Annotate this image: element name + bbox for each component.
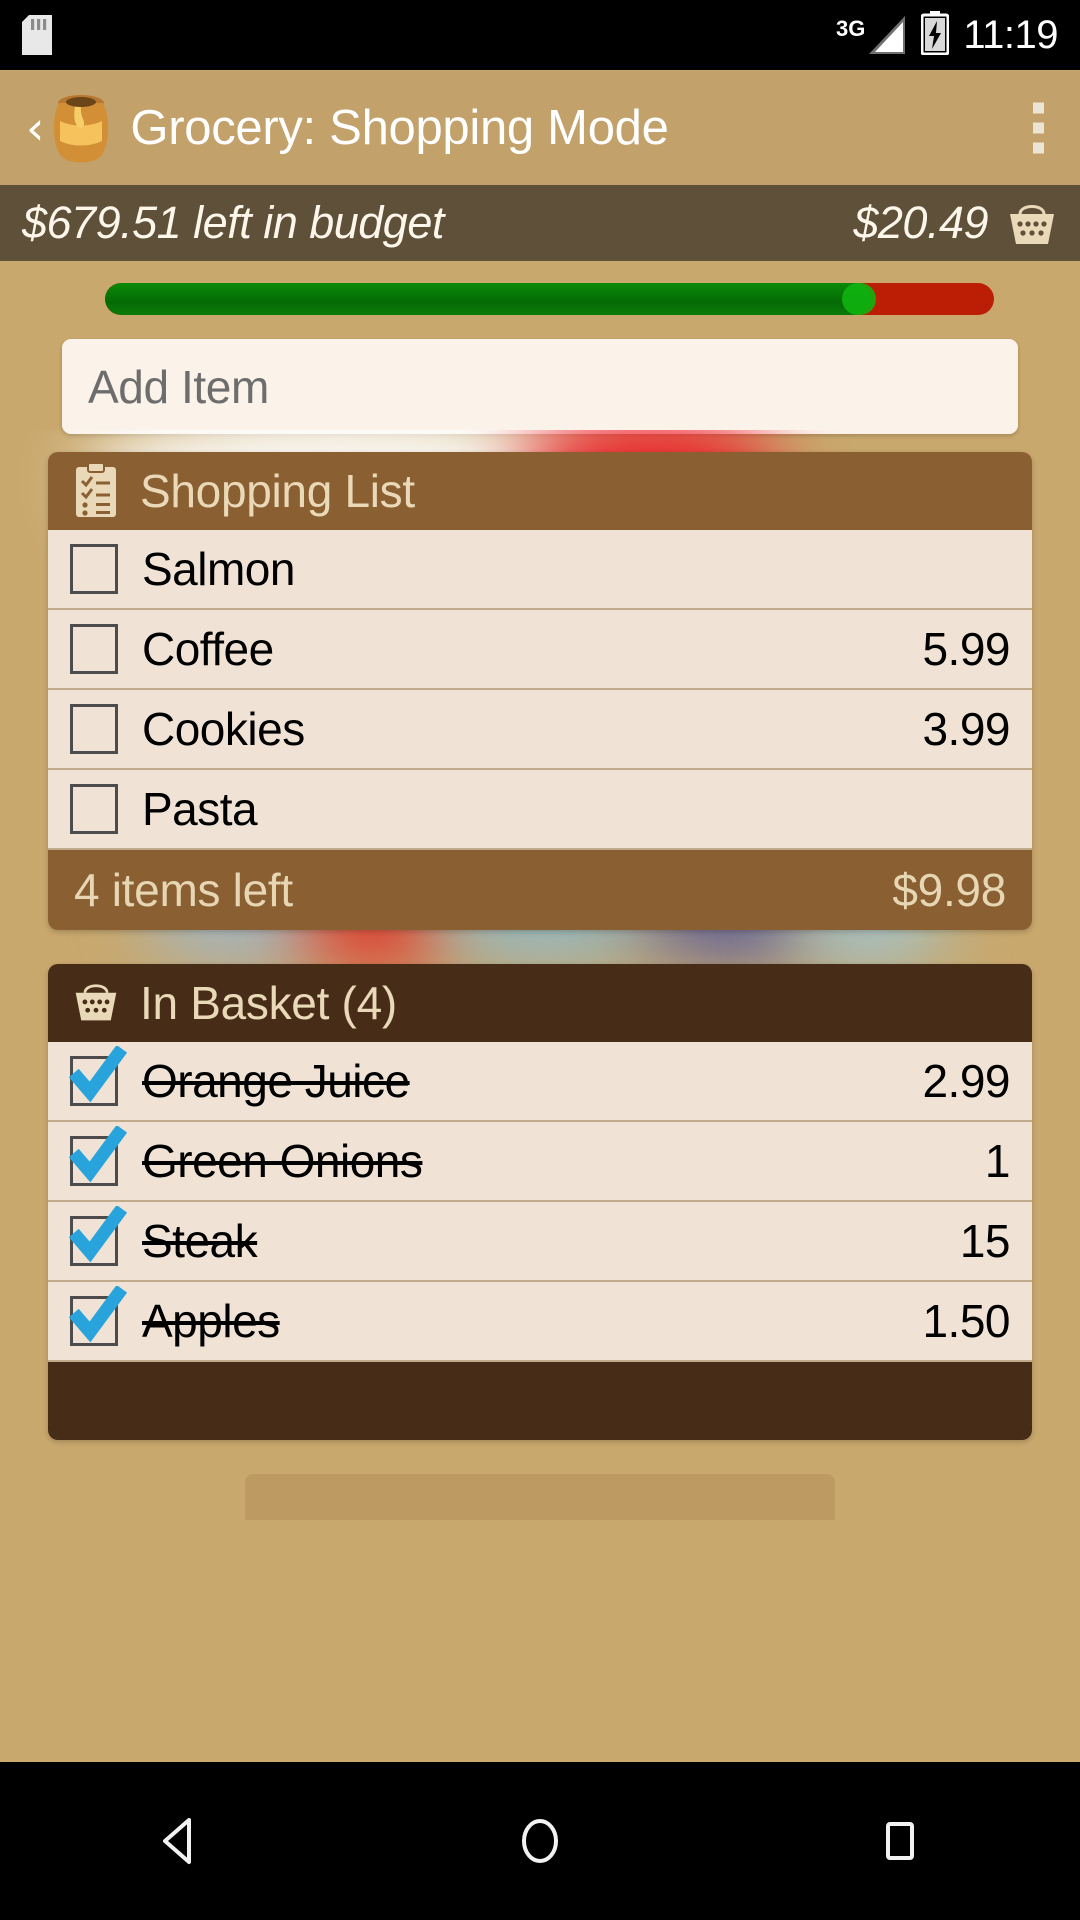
shopping-basket-icon <box>72 975 120 1031</box>
checkbox-checked-icon[interactable] <box>68 1286 128 1346</box>
list-item-name: Coffee <box>142 623 274 675</box>
basket-total-label: $20.49 <box>853 197 988 248</box>
table-row[interactable]: Steak 15 <box>48 1202 1032 1282</box>
basket-total-group: $20.49 <box>853 197 1058 249</box>
list-item-price: 1 <box>984 1135 1011 1187</box>
table-row[interactable]: Salmon <box>48 530 1032 610</box>
list-item-name: Pasta <box>142 783 258 835</box>
list-item-price: 15 <box>959 1215 1011 1267</box>
budget-progress-bar <box>105 283 994 315</box>
list-item-price: 1.50 <box>922 1295 1010 1347</box>
in-basket-card: In Basket (4) Orange Juice 2.99 Green On… <box>48 964 1032 1440</box>
list-item-name: Orange Juice <box>142 1055 410 1107</box>
checkbox-unchecked-icon[interactable] <box>70 544 118 594</box>
checkbox-unchecked-icon[interactable] <box>70 704 118 754</box>
action-bar: ‹ Grocery: Shopping Mode <box>0 70 1080 185</box>
in-basket-title: In Basket (4) <box>140 977 397 1029</box>
table-row[interactable]: Apples 1.50 <box>48 1282 1032 1362</box>
budget-progress-wrap <box>0 261 1080 315</box>
budget-bar: $679.51 left in budget $20.49 <box>0 185 1080 261</box>
in-basket-footer <box>48 1362 1032 1440</box>
shopping-list-header[interactable]: Shopping List <box>48 452 1032 530</box>
table-row[interactable]: Coffee 5.99 <box>48 610 1032 690</box>
add-item-placeholder: Add Item <box>88 360 269 413</box>
lists-container: Shopping List Salmon Coffee 5.99 Cookies… <box>0 434 1080 1440</box>
list-item-price: 2.99 <box>922 1055 1010 1107</box>
items-left-total: $9.98 <box>892 864 1006 916</box>
add-item-input[interactable]: Add Item <box>62 339 1018 434</box>
nav-back-icon[interactable] <box>120 1791 240 1891</box>
signal-bars-icon: 3G <box>836 14 907 56</box>
nav-home-icon[interactable] <box>480 1791 600 1891</box>
table-row[interactable]: Pasta <box>48 770 1032 850</box>
list-item-name: Salmon <box>142 543 295 595</box>
clipboard-checklist-icon <box>72 462 120 519</box>
shopping-list-card: Shopping List Salmon Coffee 5.99 Cookies… <box>48 452 1032 930</box>
list-item-name: Green Onions <box>142 1135 423 1187</box>
shopping-list-footer: 4 items left $9.98 <box>48 850 1032 930</box>
checkbox-unchecked-icon[interactable] <box>70 624 118 674</box>
status-bar-right: 3G 11:19 <box>836 10 1058 60</box>
battery-charging-icon <box>920 10 950 60</box>
overflow-menu-icon[interactable] <box>1033 102 1044 153</box>
table-row[interactable]: Orange Juice 2.99 <box>48 1042 1032 1122</box>
next-card-peek[interactable] <box>245 1474 835 1520</box>
list-item-name: Steak <box>142 1215 258 1267</box>
network-type-label: 3G <box>836 16 866 41</box>
checkbox-unchecked-icon[interactable] <box>70 784 118 834</box>
checkbox-checked-icon[interactable] <box>68 1046 128 1106</box>
page-title: Grocery: Shopping Mode <box>130 100 669 155</box>
checkbox-checked-icon[interactable] <box>68 1126 128 1186</box>
checkbox-checked-icon[interactable] <box>68 1206 128 1266</box>
honey-pot-icon <box>48 91 114 165</box>
budget-progress-fill <box>105 283 870 315</box>
in-basket-header[interactable]: In Basket (4) <box>48 964 1032 1042</box>
status-bar: 3G 11:19 <box>0 0 1080 70</box>
back-button[interactable]: ‹ <box>26 105 44 151</box>
android-nav-bar <box>0 1762 1080 1920</box>
table-row[interactable]: Green Onions 1 <box>48 1122 1032 1202</box>
list-item-price: 5.99 <box>922 623 1010 675</box>
status-bar-clock: 11:19 <box>963 12 1058 57</box>
budget-progress-cap <box>841 283 876 315</box>
table-row[interactable]: Cookies 3.99 <box>48 690 1032 770</box>
shopping-list-title: Shopping List <box>140 465 415 517</box>
items-left-label: 4 items left <box>74 864 293 916</box>
list-item-price: 3.99 <box>922 703 1010 755</box>
add-item-wrap: Add Item <box>0 315 1080 434</box>
nav-recents-icon[interactable] <box>840 1791 960 1891</box>
sd-card-icon <box>22 15 52 55</box>
budget-remaining-label: $679.51 left in budget <box>22 197 444 248</box>
shopping-basket-icon <box>1006 198 1058 248</box>
list-item-name: Apples <box>142 1295 280 1347</box>
list-item-name: Cookies <box>142 703 305 755</box>
status-bar-left <box>22 15 52 55</box>
